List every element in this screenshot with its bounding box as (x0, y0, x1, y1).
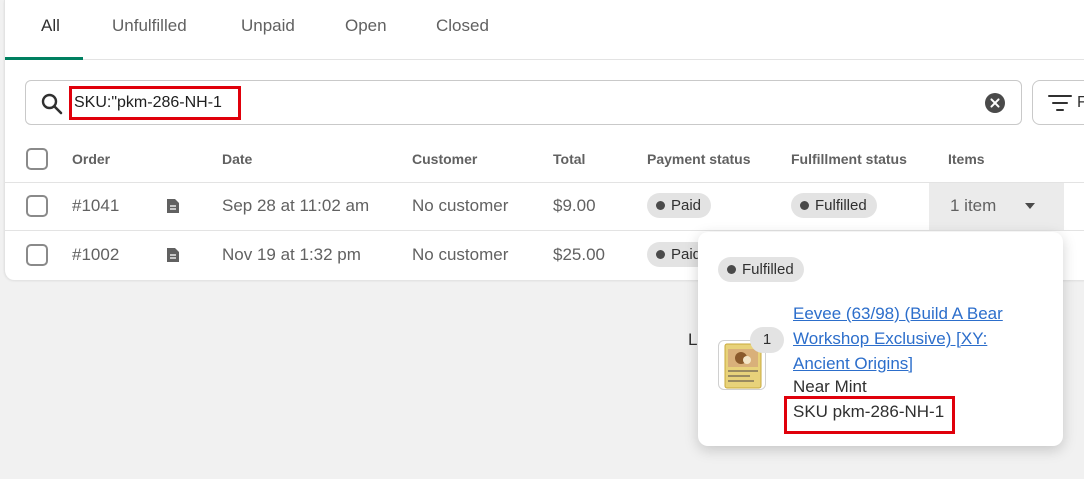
row-divider (5, 230, 1084, 231)
order-customer: No customer (412, 245, 509, 264)
search-highlight-box (69, 86, 241, 120)
column-header-total[interactable]: Total (553, 151, 585, 167)
tab-all[interactable]: All (41, 16, 60, 38)
fulfillment-status-badge: Fulfilled (791, 193, 877, 218)
column-header-items[interactable]: Items (948, 151, 985, 167)
tab-unpaid[interactable]: Unpaid (241, 16, 295, 38)
order-total: $9.00 (553, 196, 596, 215)
filter-icon (1048, 95, 1072, 111)
product-title-link[interactable]: Eevee (63/98) (Build A Bear Workshop Exc… (793, 301, 1033, 376)
tab-unfulfilled[interactable]: Unfulfilled (112, 16, 187, 38)
search-icon (41, 93, 63, 115)
order-customer: No customer (412, 196, 509, 215)
select-all-checkbox[interactable] (26, 148, 48, 170)
active-tab-indicator (5, 57, 83, 60)
items-dropdown-button[interactable]: 1 item (929, 183, 1064, 230)
row-checkbox[interactable] (26, 244, 48, 266)
clear-search-icon[interactable] (985, 93, 1005, 113)
quantity-badge: 1 (750, 327, 784, 353)
payment-status-badge: Paid (647, 193, 712, 218)
partial-text: L (688, 330, 698, 349)
sku-highlight-box (784, 396, 955, 434)
order-tabs: All Unfulfilled Unpaid Open Closed (5, 0, 1084, 60)
search-field[interactable]: SKU:"pkm-286-NH-1 (25, 80, 1022, 125)
order-number[interactable]: #1002 (72, 245, 119, 265)
header-divider (5, 182, 1084, 183)
tab-open[interactable]: Open (345, 16, 387, 38)
column-header-fulfillment-status[interactable]: Fulfillment status (791, 151, 907, 167)
order-number[interactable]: #1041 (72, 196, 119, 216)
chevron-down-icon (1025, 203, 1035, 209)
row-checkbox[interactable] (26, 195, 48, 217)
items-count: 1 item (950, 196, 997, 215)
fulfillment-status-badge: Fulfilled (718, 257, 804, 282)
column-header-customer[interactable]: Customer (412, 151, 477, 167)
variant-title: Near Mint (793, 377, 867, 396)
order-date: Nov 19 at 1:32 pm (222, 245, 361, 264)
tab-closed[interactable]: Closed (436, 16, 489, 38)
order-total: $25.00 (553, 245, 605, 264)
note-icon (167, 199, 179, 213)
order-date: Sep 28 at 11:02 am (222, 196, 370, 215)
filter-button[interactable]: F (1032, 80, 1084, 125)
column-header-payment-status[interactable]: Payment status (647, 151, 750, 167)
column-header-order[interactable]: Order (72, 151, 110, 167)
column-header-date[interactable]: Date (222, 151, 252, 167)
items-popover: Fulfilled 1 Eevee (63/98) (Build A Bear … (698, 232, 1063, 446)
note-icon (167, 248, 179, 262)
filter-label: F (1077, 94, 1084, 112)
